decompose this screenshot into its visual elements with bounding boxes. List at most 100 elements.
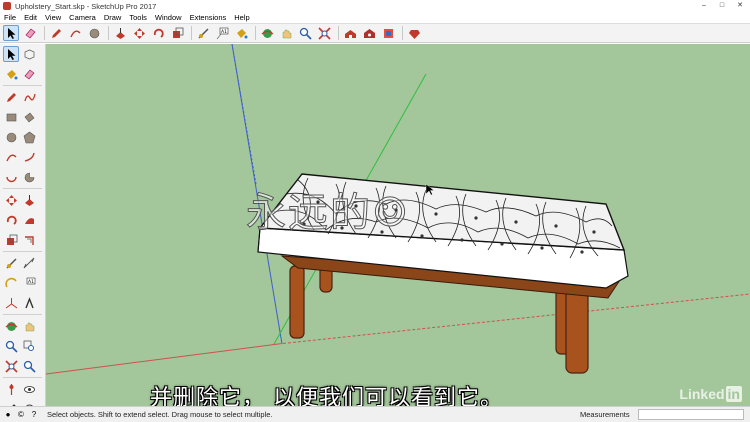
paint-bucket-tool-button[interactable] (233, 25, 249, 41)
rotate-tool-button[interactable] (150, 25, 166, 41)
measurements-field[interactable] (638, 409, 744, 420)
scale-icon (172, 27, 183, 38)
geolocation-icon[interactable]: ● (3, 410, 13, 420)
menu-draw[interactable]: Draw (100, 13, 126, 22)
palette-tape-button[interactable] (3, 255, 19, 271)
menu-help[interactable]: Help (230, 13, 253, 22)
ruby-console-button[interactable] (406, 25, 422, 41)
pie-icon (24, 172, 34, 182)
model-viewport[interactable]: 永远的☺ 并删除它， 以便我们可以看到它。 Linked in (46, 44, 750, 406)
menu-extensions[interactable]: Extensions (186, 13, 231, 22)
text-tool-button[interactable]: A1 (214, 25, 230, 41)
palette-separator (3, 377, 42, 378)
palette-polygon-button[interactable] (21, 129, 37, 145)
linkedin-wordmark: Linked (679, 386, 725, 402)
arc-tool-button[interactable] (67, 25, 83, 41)
component-icon (24, 49, 34, 59)
palette-zoom-extents-button[interactable] (3, 358, 19, 374)
tape-measure-tool-button[interactable] (195, 25, 211, 41)
scale-icon (6, 234, 17, 245)
text-icon: A1 (26, 277, 35, 285)
palette-eraser-button[interactable] (21, 66, 37, 82)
palette-rectangle-button[interactable] (3, 109, 19, 125)
axes-icon (5, 297, 17, 308)
push-pull-icon (24, 194, 34, 206)
linkedin-in-badge: in (725, 386, 742, 402)
palette-dimension-button[interactable] (21, 255, 37, 271)
minimize-button[interactable]: – (696, 0, 712, 10)
pan-tool-button[interactable] (278, 25, 294, 41)
palette-zoom-button[interactable] (3, 338, 19, 354)
orbit-tool-button[interactable] (259, 25, 275, 41)
window-controls: – □ ✕ (696, 0, 748, 10)
select-icon (7, 27, 15, 39)
status-hint: Select objects. Shift to extend select. … (47, 410, 273, 419)
menu-camera[interactable]: Camera (65, 13, 100, 22)
palette-orbit-button[interactable] (3, 318, 19, 334)
svg-text:A1: A1 (28, 279, 34, 285)
toolbar-separator (108, 26, 109, 40)
protractor-icon (4, 277, 17, 287)
palette-zoom-window-button[interactable] (21, 338, 37, 354)
layout-icon (383, 28, 393, 38)
palette-2pt-arc-button[interactable] (21, 149, 37, 165)
menu-window[interactable]: Window (151, 13, 186, 22)
look-around-icon (23, 385, 35, 393)
pencil-tool-button[interactable] (48, 25, 64, 41)
palette-component-button[interactable] (21, 46, 37, 62)
zoom-extents-tool-button[interactable] (316, 25, 332, 41)
palette-3pt-arc-button[interactable] (3, 169, 19, 185)
palette-line-button[interactable] (3, 89, 19, 105)
eraser-tool-button[interactable] (22, 25, 38, 41)
offset-icon (24, 235, 34, 245)
palette-push-pull-button[interactable] (21, 192, 37, 208)
svg-text:A1: A1 (221, 29, 227, 35)
layout-button[interactable] (380, 25, 396, 41)
palette-circle-button[interactable] (3, 129, 19, 145)
orbit-icon (5, 321, 17, 331)
menu-bar: File Edit View Camera Draw Tools Window … (0, 12, 750, 23)
palette-move-button[interactable] (3, 192, 19, 208)
palette-rotate-button[interactable] (3, 212, 19, 228)
move-tool-button[interactable] (131, 25, 147, 41)
palette-pan-button[interactable] (21, 318, 37, 334)
palette-select-button[interactable] (3, 46, 19, 62)
maximize-button[interactable]: □ (714, 0, 730, 10)
palette-rotated-rectangle-button[interactable] (21, 109, 37, 125)
palette-arc-button[interactable] (3, 149, 19, 165)
help-icon[interactable]: ? (29, 410, 39, 420)
palette-previous-view-button[interactable] (21, 358, 37, 374)
palette-pie-button[interactable] (21, 169, 37, 185)
palette-position-camera-button[interactable] (3, 381, 19, 397)
zoom-tool-button[interactable] (297, 25, 313, 41)
ruby-icon (408, 29, 420, 39)
shape-tool-button[interactable] (86, 25, 102, 41)
palette-text-button[interactable]: A1 (21, 275, 37, 291)
scale-tool-button[interactable] (169, 25, 185, 41)
menu-edit[interactable]: Edit (20, 13, 41, 22)
menu-tools[interactable]: Tools (125, 13, 151, 22)
red-axis-dotted (277, 293, 750, 345)
warehouse-button[interactable] (342, 25, 358, 41)
palette-paint-button[interactable] (3, 66, 19, 82)
menu-view[interactable]: View (41, 13, 65, 22)
push-pull-tool-button[interactable] (112, 25, 128, 41)
palette-axes-button[interactable] (3, 295, 19, 311)
palette-protractor-button[interactable] (3, 275, 19, 291)
palette-3d-text-button[interactable] (21, 295, 37, 311)
menu-file[interactable]: File (0, 13, 20, 22)
pan-icon (25, 322, 34, 331)
extension-warehouse-button[interactable] (361, 25, 377, 41)
palette-look-around-button[interactable] (21, 381, 37, 397)
palette-scale-button[interactable] (3, 232, 19, 248)
close-button[interactable]: ✕ (732, 0, 748, 10)
palette-follow-me-button[interactable] (21, 212, 37, 228)
palette-freehand-button[interactable] (21, 89, 37, 105)
select-icon (7, 48, 15, 60)
toolbar-separator (255, 26, 256, 40)
pencil-icon (6, 92, 16, 102)
palette-offset-button[interactable] (21, 232, 37, 248)
three-point-arc-icon (5, 176, 17, 182)
select-tool-button[interactable] (3, 25, 19, 41)
credits-icon[interactable]: © (16, 410, 26, 420)
